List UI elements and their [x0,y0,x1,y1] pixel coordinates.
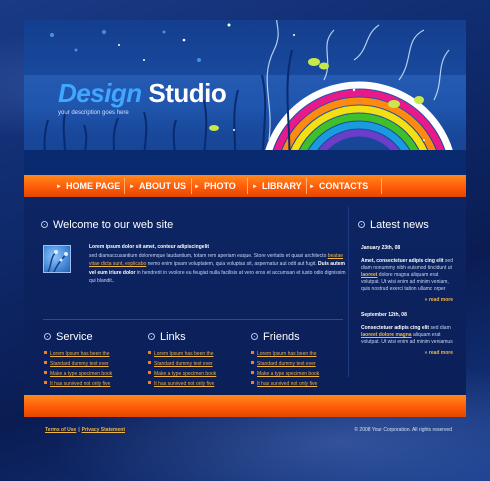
footer-links: Terms of Use | Privacy Statement [45,427,125,433]
nav-separator [124,178,125,194]
welcome-thumbnail [43,245,71,273]
read-more-link[interactable]: read more [361,350,453,357]
nav-label: CONTACTS [318,181,369,191]
service-list: Lorem Ipsum has been the Standard dummy … [44,349,139,389]
circle-bullet-icon [44,333,51,340]
news-heading: Latest news [358,219,429,231]
list-link[interactable]: Lorem Ipsum has been the [148,349,243,359]
links-column: Links Lorem Ipsum has been the Standard … [148,331,243,389]
circle-bullet-icon [148,333,155,340]
list-link[interactable]: Lorem Ipsum has been the [44,349,139,359]
arrow-right-icon: ► [56,184,62,190]
welcome-heading: Welcome to our web site [41,219,173,231]
plant-image [47,250,68,272]
list-link[interactable]: It has survived not only five [148,379,243,389]
welcome-body: Lorem ipsum dolor sit amet, conteur adip… [89,243,351,286]
header-banner: Design Studio your description goes here [24,20,466,175]
news-item-title: Amet, consectetuer adipis cing elit [361,258,444,264]
list-link[interactable]: Standard dummy text ever [251,359,346,369]
site-frame: Design Studio your description goes here… [24,20,466,460]
news-link[interactable]: laoreet [361,272,377,278]
circle-bullet-icon [251,333,258,340]
list-link[interactable]: Make a type specimen book [44,369,139,379]
arrow-right-icon: ► [252,184,258,190]
links-heading: Links [148,331,243,343]
read-more-link[interactable]: read more [361,297,453,304]
list-link[interactable]: Standard dummy text ever [148,359,243,369]
list-link[interactable]: Standard dummy text ever [44,359,139,369]
arrow-right-icon: ► [194,184,200,190]
service-column: Service Lorem Ipsum has been the Standar… [44,331,139,389]
main-nav: ► HOME PAGE ► ABOUT US ► PHOTO ► LIBRARY ► CO… [24,175,466,197]
privacy-link[interactable]: Privacy Statement [82,427,125,433]
news-text: sed diam [430,325,451,331]
sidebar-divider [348,207,349,377]
list-link[interactable]: It has survived not only five [251,379,346,389]
list-link[interactable]: Lorem Ipsum has been the [251,349,346,359]
nav-separator [191,178,192,194]
welcome-title: Welcome to our web site [53,219,174,231]
nav-photo[interactable]: ► PHOTO [194,175,236,197]
welcome-text-1: sed diamaccusantium doloremque laudantiu… [89,252,327,259]
site-logo[interactable]: Design Studio [58,78,227,109]
links-title: Links [160,331,186,343]
nav-library[interactable]: ► LIBRARY [252,175,302,197]
nav-label: PHOTO [203,181,236,191]
service-heading: Service [44,331,139,343]
list-link[interactable]: Make a type specimen book [148,369,243,379]
news-date: September 12th, 08 [361,312,407,318]
list-link[interactable]: It has survived not only five [44,379,139,389]
terms-link[interactable]: Terms of Use [45,427,76,433]
footer: Terms of Use | Privacy Statement © 2008 Yo… [24,417,466,460]
friends-heading: Friends [251,331,346,343]
friends-list: Lorem Ipsum has been the Standard dummy … [251,349,346,389]
copyright: © 2008 Your Corporation. All rights rese… [354,427,452,433]
footer-separator: | [78,427,80,433]
news-item: September 12th, 08 Consectetuer adipis c… [361,312,453,357]
list-link[interactable]: Make a type specimen book [251,369,346,379]
nav-separator [381,178,382,194]
main-content: Welcome to our web site Lorem ipsum dolo… [24,197,466,395]
news-list: January 23th, 08 Amet, consectetuer adip… [361,245,453,357]
news-date: January 23th, 08 [361,245,401,251]
logo-word-1: Design [58,78,142,108]
content-divider [43,319,343,320]
nav-about[interactable]: ► ABOUT US [129,175,186,197]
news-item: January 23th, 08 Amet, consectetuer adip… [361,245,453,304]
service-title: Service [56,331,93,343]
welcome-lead: Lorem ipsum dolor sit amet, conteur adip… [89,244,210,250]
nav-home[interactable]: ► HOME PAGE [56,175,120,197]
nav-separator [247,178,248,194]
welcome-text-2: nemo enim ipsam voluptatem, quia volupta… [147,261,317,267]
nav-label: LIBRARY [261,181,302,191]
friends-title: Friends [263,331,300,343]
news-title: Latest news [370,219,429,231]
logo-word-2: Studio [148,78,227,108]
footer-bar [24,395,466,417]
arrow-right-icon: ► [129,184,135,190]
links-list: Lorem Ipsum has been the Standard dummy … [148,349,243,389]
nav-separator [306,178,307,194]
friends-column: Friends Lorem Ipsum has been the Standar… [251,331,346,389]
news-link[interactable]: laoreet dolore magna [361,332,412,338]
circle-bullet-icon [41,221,48,228]
nav-label: HOME PAGE [65,181,121,191]
circle-bullet-icon [358,221,365,228]
nav-contacts[interactable]: ► CONTACTS [309,175,368,197]
arrow-right-icon: ► [309,184,315,190]
site-tagline: your description goes here [58,110,129,116]
news-item-title: Consectetuer adipis cing elit [361,325,430,331]
nav-label: ABOUT US [138,181,186,191]
